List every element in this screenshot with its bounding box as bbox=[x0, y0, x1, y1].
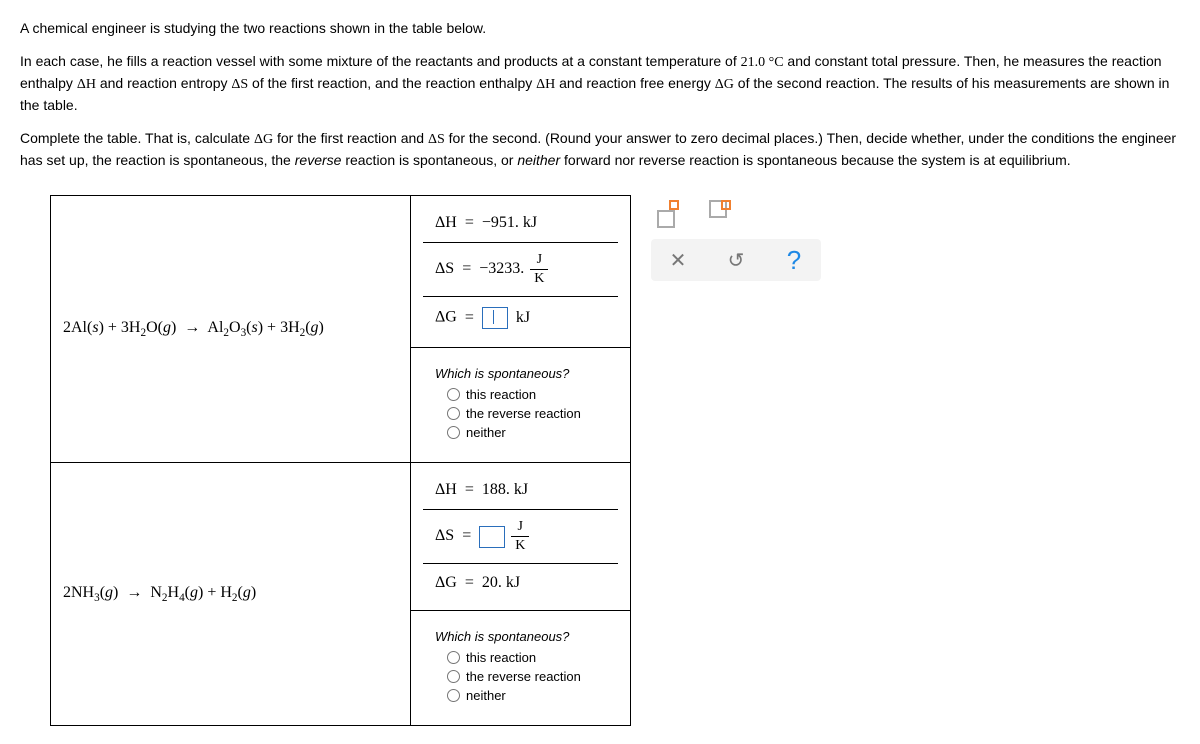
r1-deltaG: ΔG = kJ bbox=[423, 296, 618, 339]
close-icon: ✕ bbox=[670, 248, 687, 273]
r2-deltaG: ΔG = 20. kJ bbox=[423, 563, 618, 602]
reactions-table: 2Al(s) + 3H2O(g) → Al2O3(s) + 3H2(g) ΔH … bbox=[50, 195, 631, 726]
toolbox: ✕ ↺ ? bbox=[651, 197, 821, 281]
para-1: A chemical engineer is studying the two … bbox=[20, 18, 1180, 39]
r2-deltaS: ΔS = J K bbox=[423, 509, 618, 563]
superscript-button[interactable] bbox=[651, 197, 685, 231]
r1-option-this[interactable] bbox=[447, 388, 460, 401]
clear-button[interactable]: ✕ bbox=[661, 243, 695, 277]
reset-icon: ↺ bbox=[728, 248, 745, 273]
para-3: Complete the table. That is, calculate Δ… bbox=[20, 128, 1180, 171]
r2-option-neither[interactable] bbox=[447, 689, 460, 702]
help-button[interactable]: ? bbox=[777, 243, 811, 277]
subscript-button[interactable] bbox=[703, 197, 737, 231]
problem-statement: A chemical engineer is studying the two … bbox=[20, 18, 1180, 171]
r1-option-neither[interactable] bbox=[447, 426, 460, 439]
r2-question: Which is spontaneous? bbox=[435, 629, 606, 644]
r1-question: Which is spontaneous? bbox=[435, 366, 606, 381]
reset-button[interactable]: ↺ bbox=[719, 243, 753, 277]
r1-deltaH: ΔH = −951. kJ bbox=[423, 204, 618, 242]
r1-option-reverse[interactable] bbox=[447, 407, 460, 420]
r2-deltaS-input[interactable] bbox=[479, 526, 505, 548]
r2-deltaH: ΔH = 188. kJ bbox=[423, 471, 618, 509]
reaction-1-equation: 2Al(s) + 3H2O(g) → Al2O3(s) + 3H2(g) bbox=[51, 196, 411, 463]
r2-option-reverse[interactable] bbox=[447, 670, 460, 683]
r1-deltaG-input[interactable] bbox=[482, 307, 508, 329]
reaction-2-equation: 2NH3(g) → N2H4(g) + H2(g) bbox=[51, 463, 411, 726]
para-2: In each case, he fills a reaction vessel… bbox=[20, 51, 1180, 116]
help-icon: ? bbox=[787, 245, 801, 276]
r2-option-this[interactable] bbox=[447, 651, 460, 664]
r1-deltaS: ΔS = −3233. J K bbox=[423, 242, 618, 296]
